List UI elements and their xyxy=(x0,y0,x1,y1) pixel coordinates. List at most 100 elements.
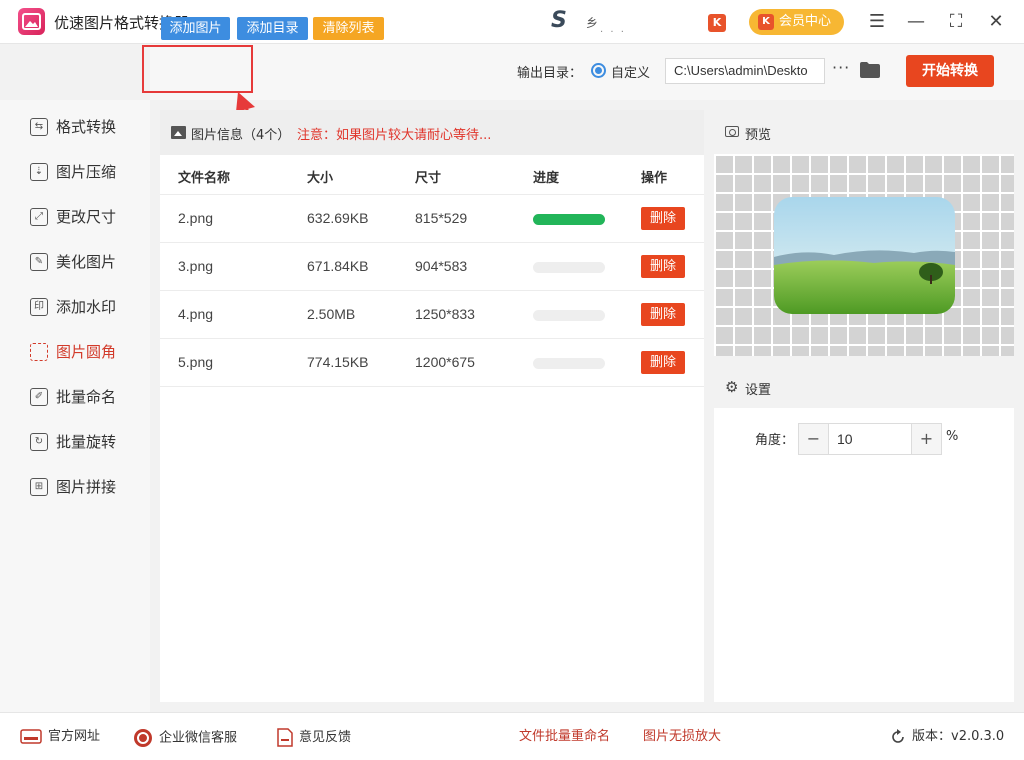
sidebar-item-label: 添加水印 xyxy=(56,298,117,316)
col-size: 大小 xyxy=(307,171,334,186)
file-size-cell: 671.84KB xyxy=(307,258,369,274)
delete-button[interactable]: 删除 xyxy=(641,351,685,374)
rotate-icon: ↻ xyxy=(30,433,48,451)
notice-text: 注意：如果图片较大请耐心等待... xyxy=(297,128,492,143)
table-end-divider xyxy=(160,386,704,387)
sidebar-item-label: 格式转换 xyxy=(56,118,117,136)
file-list-header: 图片信息（4个） 注意：如果图片较大请耐心等待... xyxy=(160,110,704,155)
sidebar-item-label: 图片压缩 xyxy=(56,163,117,181)
sidebar-item-label: 批量命名 xyxy=(56,388,117,406)
member-center-label: 会员中心 xyxy=(779,14,832,29)
angle-input[interactable]: 10 xyxy=(837,431,853,447)
custom-radio[interactable] xyxy=(591,63,606,78)
angle-stepper: − 10 + xyxy=(798,423,942,455)
add-image-button[interactable]: 添加图片 xyxy=(161,17,230,40)
batch-rename-link[interactable]: 文件批量重命名 xyxy=(519,728,610,746)
output-dir-label: 输出目录： xyxy=(517,66,583,81)
file-dimensions-cell: 904*583 xyxy=(415,258,468,274)
close-button[interactable]: ✕ xyxy=(983,9,1009,35)
table-row: 5.png 774.15KB 1200*675 删除 xyxy=(160,338,704,386)
maximize-button[interactable]: ⛶ xyxy=(943,9,969,35)
progress-bar xyxy=(533,358,605,369)
settings-panel: ⚙ 设置 角度： − 10 + % xyxy=(714,366,1014,702)
table-row: 2.png 632.69KB 815*529 删除 xyxy=(160,194,704,242)
member-center-button[interactable]: K 会员中心 xyxy=(749,9,844,35)
gear-icon: ⚙ xyxy=(725,378,739,396)
minimize-button[interactable]: — xyxy=(903,9,929,35)
add-folder-button[interactable]: 添加目录 xyxy=(237,17,308,40)
folder-icon[interactable] xyxy=(860,62,880,82)
file-dimensions-cell: 1200*675 xyxy=(415,354,475,370)
sidebar-item-watermark[interactable]: 印添加水印 xyxy=(30,296,116,318)
footer: 官方网址 企业微信客服 意见反馈 文件批量重命名 图片无损放大 版本：v2.0.… xyxy=(0,712,1024,760)
menu-icon[interactable]: ☰ xyxy=(864,9,890,35)
progress-bar xyxy=(533,310,605,321)
feedback-link[interactable]: 意见反馈 xyxy=(277,728,351,747)
angle-increment-button[interactable]: + xyxy=(911,424,941,454)
clear-list-button[interactable]: 清除列表 xyxy=(313,17,384,40)
sidebar-item-beautify[interactable]: ✎ 美化图片 xyxy=(30,251,116,273)
version-number: v2.0.3.0 xyxy=(951,729,1005,744)
preview-header: 预览 xyxy=(714,110,1014,154)
col-filename: 文件名称 xyxy=(178,171,231,186)
progress-bar xyxy=(533,262,605,273)
delete-button[interactable]: 删除 xyxy=(641,303,685,326)
sidebar-item-rename[interactable]: ✐ 批量命名 xyxy=(30,386,116,408)
official-website-label: 官方网址 xyxy=(48,729,101,744)
sidebar-item-rotate[interactable]: ↻ 批量旋转 xyxy=(30,431,116,453)
resize-icon: ⤢ xyxy=(30,208,48,226)
sidebar-item-rounded-corner[interactable]: 图片圆角 xyxy=(30,341,116,363)
table-row: 3.png 671.84KB 904*583 删除 xyxy=(160,242,704,290)
delete-button[interactable]: 删除 xyxy=(641,255,685,278)
sidebar-item-resize[interactable]: ⤢ 更改尺寸 xyxy=(30,206,116,228)
format-icon: ⇆ xyxy=(30,118,48,136)
col-progress: 进度 xyxy=(533,171,560,186)
sidebar-item-format[interactable]: ⇆ 格式转换 xyxy=(30,116,116,138)
image-info-icon xyxy=(171,126,186,139)
brand-sub-text: 乡 xyxy=(586,16,599,30)
angle-label: 角度： xyxy=(755,433,795,448)
settings-label: 设置 xyxy=(745,383,772,398)
col-dimensions: 尺寸 xyxy=(415,171,442,186)
sidebar-item-label: 批量旋转 xyxy=(56,433,117,451)
highlight-box xyxy=(142,45,253,93)
wechat-service-link[interactable]: 企业微信客服 xyxy=(133,728,237,748)
preview-panel: 预览 xyxy=(714,110,1014,356)
file-name-cell: 3.png xyxy=(178,258,214,274)
file-dimensions-cell: 1250*833 xyxy=(415,306,475,322)
rename-icon: ✐ xyxy=(30,388,48,406)
preview-label: 预览 xyxy=(745,128,772,143)
file-name-cell: 4.png xyxy=(178,306,214,322)
custom-radio-label[interactable]: 自定义 xyxy=(611,62,650,81)
file-name-cell: 2.png xyxy=(178,210,214,226)
more-options-icon[interactable]: ··· xyxy=(832,58,850,77)
progress-fill xyxy=(533,214,605,225)
sidebar-item-stitch[interactable]: ⊞ 图片拼接 xyxy=(30,476,116,498)
feedback-label: 意见反馈 xyxy=(299,730,352,745)
angle-unit: % xyxy=(946,429,959,444)
version-label: 版本： xyxy=(912,729,952,744)
stitch-icon: ⊞ xyxy=(30,478,48,496)
beautify-icon: ✎ xyxy=(30,253,48,271)
delete-button[interactable]: 删除 xyxy=(641,207,685,230)
angle-decrement-button[interactable]: − xyxy=(799,424,829,454)
file-list-panel: 图片信息（4个） 注意：如果图片较大请耐心等待... 文件名称 大小 尺寸 进度… xyxy=(160,110,704,702)
output-path-input[interactable]: C:\Users\admin\Deskto xyxy=(665,58,825,84)
start-convert-button[interactable]: 开始转换 xyxy=(906,55,994,87)
k-badge-icon[interactable]: K xyxy=(708,14,726,32)
brand-s-logo-icon: S xyxy=(551,8,567,33)
app-logo-icon xyxy=(18,8,45,35)
table-row: 4.png 2.50MB 1250*833 删除 xyxy=(160,290,704,338)
settings-header: ⚙ 设置 xyxy=(714,366,1014,408)
official-website-link[interactable]: 官方网址 xyxy=(20,728,100,746)
refresh-icon[interactable] xyxy=(890,728,906,745)
lossless-upscale-link[interactable]: 图片无损放大 xyxy=(643,728,721,746)
sidebar-item-label: 更改尺寸 xyxy=(56,208,117,226)
wechat-service-label: 企业微信客服 xyxy=(159,730,238,746)
file-size-cell: 774.15KB xyxy=(307,354,369,370)
sidebar-item-compress[interactable]: ⇣ 图片压缩 xyxy=(30,161,116,183)
sidebar-item-label: 图片圆角 xyxy=(56,343,117,361)
watermark-icon: 印 xyxy=(30,298,48,316)
image-info-label: 图片信息（4个） xyxy=(191,128,291,143)
brand-dots: . . . xyxy=(600,24,626,35)
